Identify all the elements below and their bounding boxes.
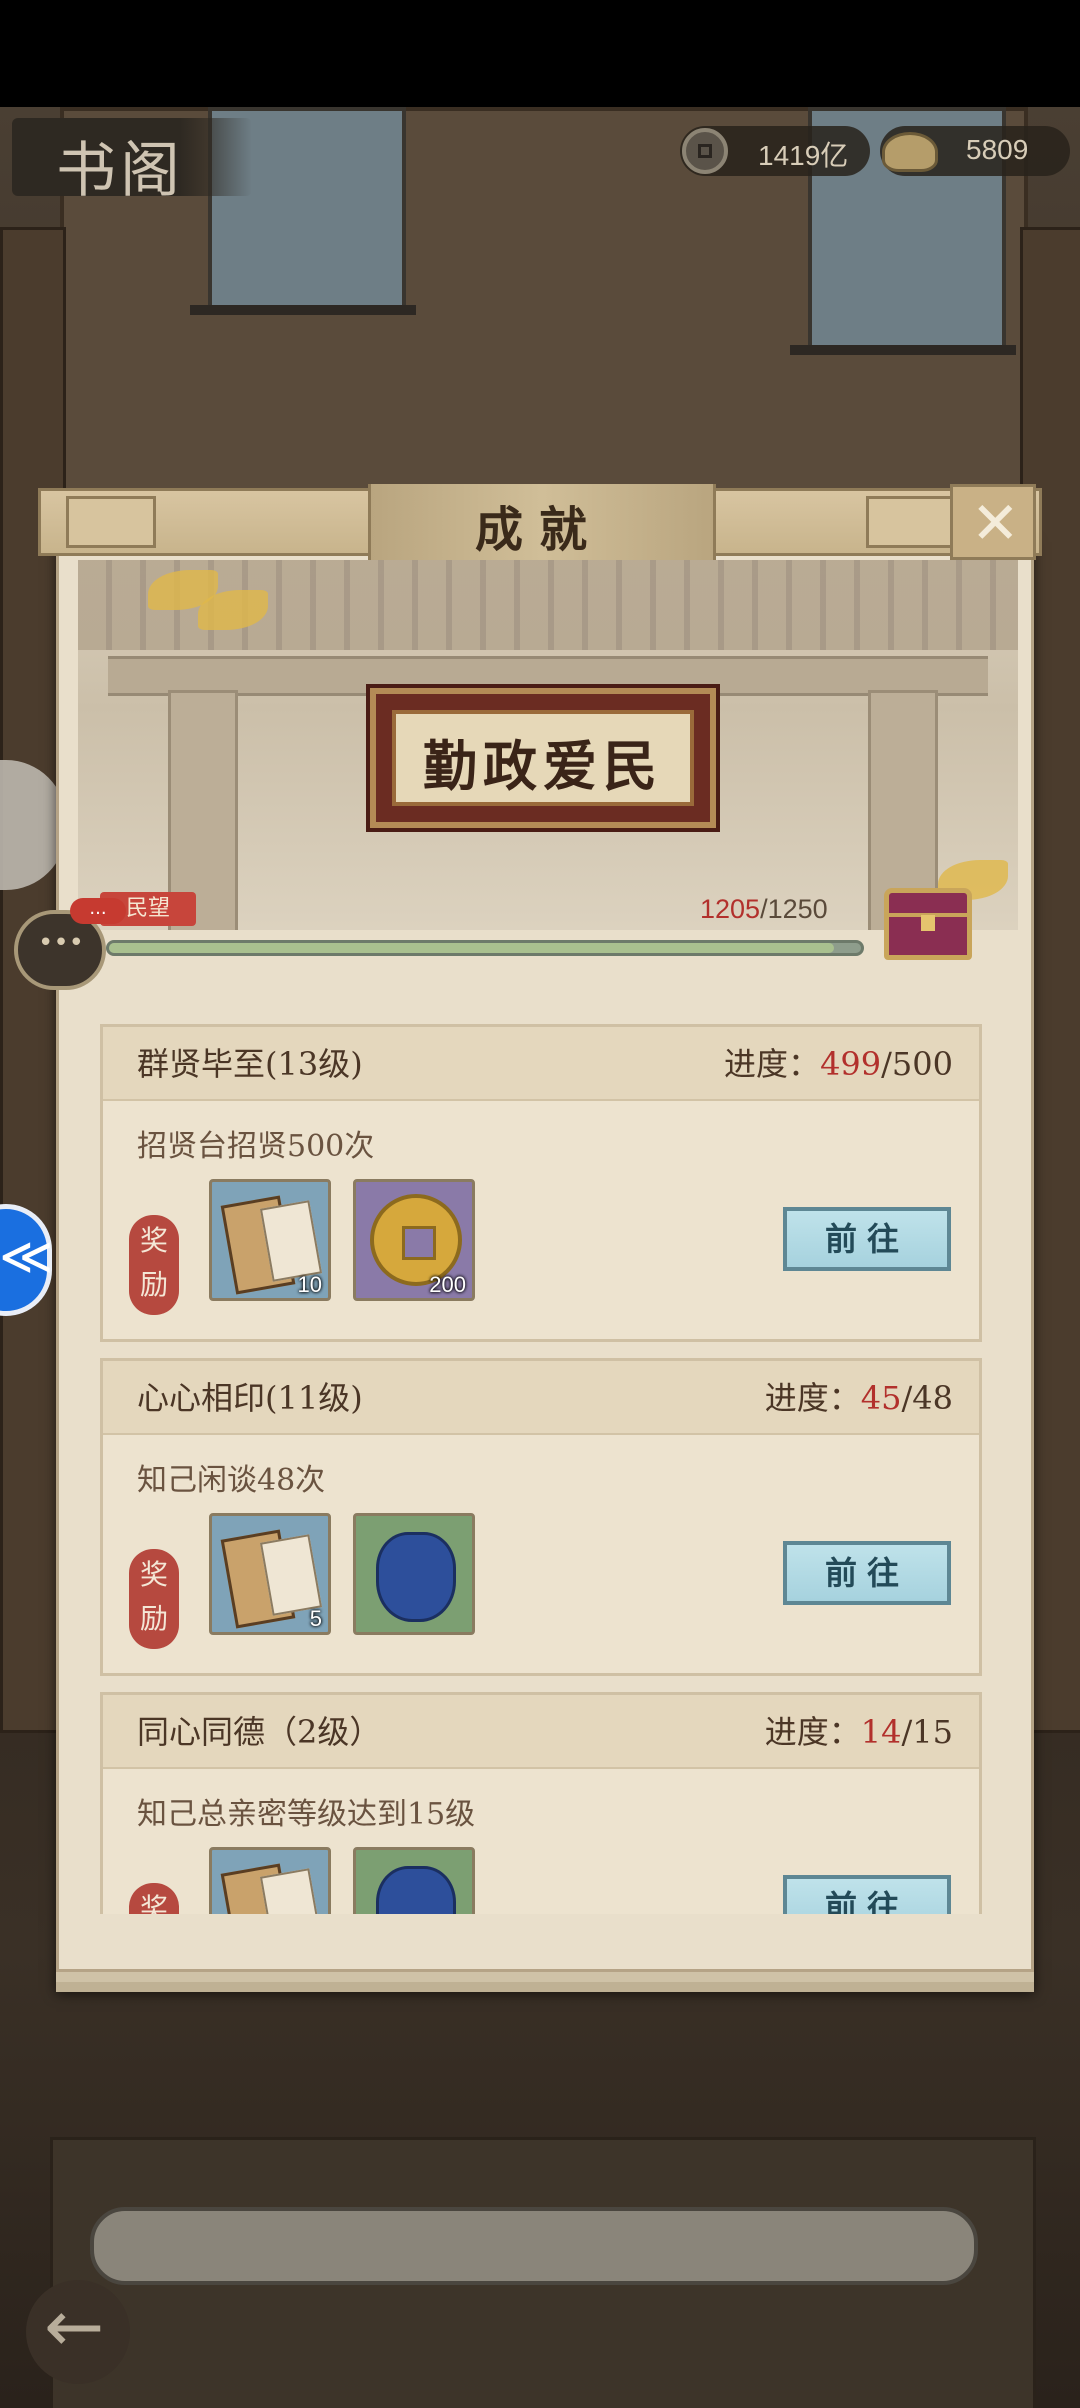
achievement-card: 心心相印(11级) 进度：45/48 知己闲谈48次 奖励 5 前往	[100, 1358, 982, 1676]
achievement-description: 知己闲谈48次	[137, 1463, 326, 1498]
go-button[interactable]: 前往	[783, 1207, 951, 1271]
page-title: 书阁	[12, 118, 252, 206]
achievement-description: 招贤台招贤500次	[137, 1129, 375, 1164]
copper-value: 1419亿	[758, 140, 849, 171]
dialog-title: 成就	[474, 502, 603, 558]
reward-label: 奖励	[129, 1549, 179, 1649]
close-button[interactable]	[950, 484, 1036, 560]
reputation-book-icon[interactable]	[209, 1847, 331, 1914]
status-bar	[0, 0, 1080, 107]
achievement-card: 群贤毕至(13级) 进度：499/500 招贤台招贤500次 奖励 10 200…	[100, 1024, 982, 1342]
overall-progress-fill	[109, 943, 834, 953]
plaque-text: 勤政爱民	[423, 734, 663, 798]
ingot-resource: 5809	[880, 126, 1070, 176]
blue-pouch-icon[interactable]	[353, 1847, 475, 1914]
achievement-description: 知己总亲密等级达到15级	[137, 1797, 476, 1832]
overall-progress-bar	[106, 940, 864, 956]
header-ornament-left	[66, 496, 156, 548]
achievement-card: 同心同德（2级） 进度：14/15 知己总亲密等级达到15级 奖励 前往	[100, 1692, 982, 1914]
copper-resource: 1419亿	[680, 126, 870, 176]
achievement-title: 心心相印(11级)	[137, 1379, 363, 1417]
reward-label: 奖励	[129, 1215, 179, 1315]
copper-coin-icon	[682, 128, 728, 174]
reward-label: 奖励	[129, 1883, 179, 1914]
reputation-book-icon[interactable]: 10	[209, 1179, 331, 1301]
achievement-progress: 进度：14/15	[764, 1713, 953, 1751]
go-button[interactable]: 前往	[783, 1875, 951, 1914]
treasure-chest-icon[interactable]	[884, 888, 972, 960]
achievement-plaque: 勤政爱民	[370, 688, 716, 828]
overall-progress-text: 1205/1250	[700, 894, 828, 924]
chat-notification-badge: ...	[70, 898, 126, 924]
achievement-title: 群贤毕至(13级)	[137, 1045, 363, 1083]
go-button[interactable]: 前往	[783, 1541, 951, 1605]
achievement-progress: 进度：499/500	[724, 1045, 953, 1083]
header-ornament-right	[866, 496, 956, 548]
achievement-list[interactable]: 群贤毕至(13级) 进度：499/500 招贤台招贤500次 奖励 10 200…	[100, 1024, 982, 1914]
reputation-book-icon[interactable]: 5	[209, 1513, 331, 1635]
copper-coin-icon[interactable]: 200	[353, 1179, 475, 1301]
back-arrow-icon[interactable]	[26, 2280, 130, 2384]
ingot-value: 5809	[966, 134, 1029, 165]
achievement-progress: 进度：45/48	[764, 1379, 953, 1417]
gold-ingot-icon	[882, 132, 938, 172]
achievement-title: 同心同德（2级）	[137, 1713, 382, 1751]
blue-pouch-icon[interactable]	[353, 1513, 475, 1635]
